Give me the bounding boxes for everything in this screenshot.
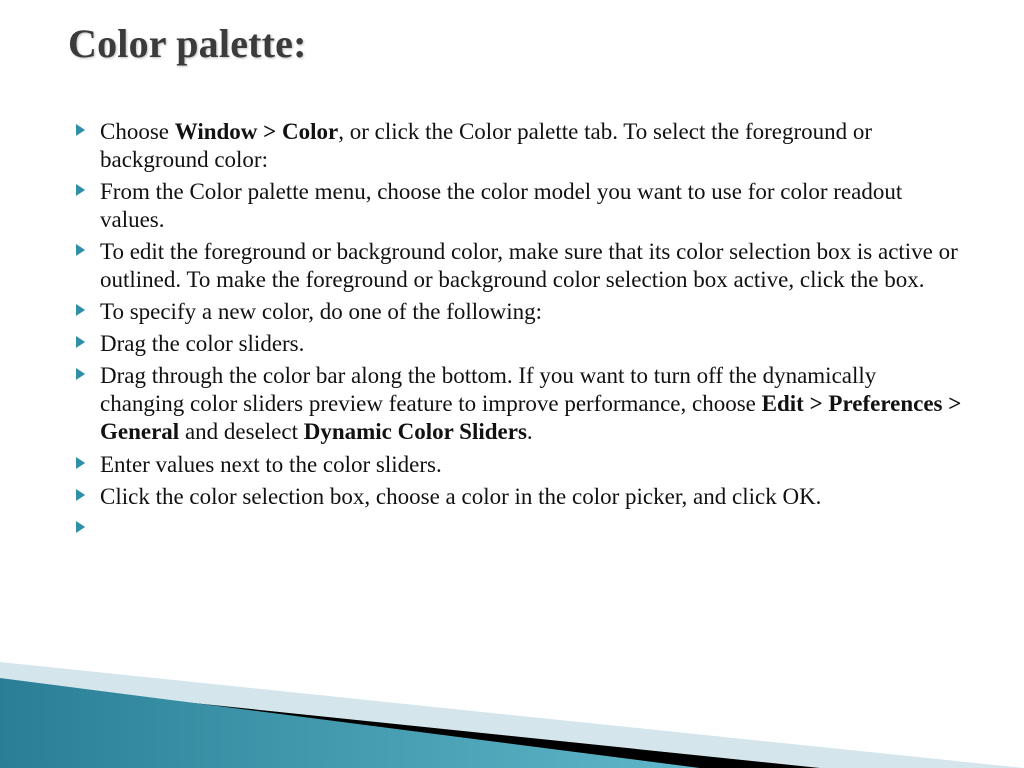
- list-item: Drag the color sliders.: [76, 330, 964, 358]
- list-item: To specify a new color, do one of the fo…: [76, 298, 964, 326]
- bold-text: Dynamic Color Sliders: [304, 419, 527, 444]
- decorative-triangles: [0, 608, 1024, 768]
- text: Click the color selection box, choose a …: [100, 484, 821, 509]
- list-item: Enter values next to the color sliders.: [76, 451, 964, 479]
- slide-title: Color palette:: [68, 20, 307, 67]
- text: To edit the foreground or background col…: [100, 239, 958, 292]
- text: .: [527, 419, 533, 444]
- text: To specify a new color, do one of the fo…: [100, 299, 542, 324]
- text: and deselect: [179, 419, 304, 444]
- slide-body: Choose Window > Color, or click the Colo…: [76, 118, 964, 515]
- list-item: Click the color selection box, choose a …: [76, 483, 964, 511]
- text: Choose: [100, 119, 175, 144]
- text: Drag through the color bar along the bot…: [100, 363, 876, 416]
- list-item: Choose Window > Color, or click the Colo…: [76, 118, 964, 174]
- text: Enter values next to the color sliders.: [100, 452, 442, 477]
- slide: Color palette: Choose Window > Color, or…: [0, 0, 1024, 768]
- list-item: Drag through the color bar along the bot…: [76, 362, 964, 446]
- text: From the Color palette menu, choose the …: [100, 179, 902, 232]
- list-item: To edit the foreground or background col…: [76, 238, 964, 294]
- text: Drag the color sliders.: [100, 331, 304, 356]
- bullet-list: Choose Window > Color, or click the Colo…: [76, 118, 964, 511]
- bold-text: Window > Color: [175, 119, 338, 144]
- list-item: From the Color palette menu, choose the …: [76, 178, 964, 234]
